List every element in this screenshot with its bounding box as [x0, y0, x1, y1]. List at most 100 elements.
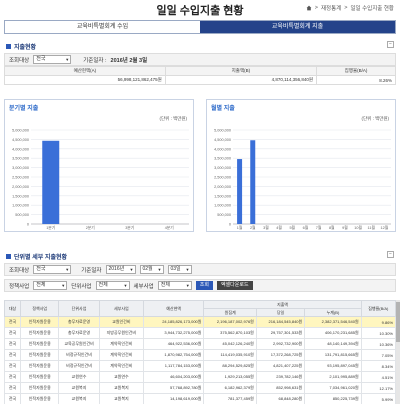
table-row: 56,998,121,862,475원 4,870,114,356,840원 8… — [4, 75, 396, 85]
excel-download-button[interactable]: 엑셀다운로드 — [216, 281, 253, 290]
target-select[interactable]: 전국 ▼ — [33, 265, 72, 274]
table-cell: 1,870,982,754,000원 — [143, 349, 205, 361]
target-select[interactable]: 전국 ▼ — [33, 55, 72, 64]
y-tick-label: 2,500,000 — [12, 176, 29, 180]
table-cell: 전국 — [3, 316, 22, 328]
table-cell: 계약직인건비 — [98, 349, 145, 361]
unit-select[interactable]: 전체 ▼ — [95, 281, 130, 290]
table-cell: 68,848,280원 — [255, 393, 306, 404]
table-cell: 인적자원운용 — [20, 338, 60, 350]
table-cell: 88,294,529,825원 — [203, 360, 257, 372]
search-button[interactable]: 조회 — [195, 281, 213, 290]
x-tick-label: 11월 — [368, 225, 376, 230]
target-label: 조회대상 — [9, 57, 30, 64]
policy-select[interactable]: 전체 ▼ — [33, 281, 68, 290]
breadcrumb-item[interactable]: 일일 수입지출 현황 — [350, 4, 394, 12]
table-row[interactable]: 전국 인적자원운용 교원복지 교원복지 14,198,619,000원 781,377,4… — [3, 393, 397, 404]
table-cell: 24,185,826,173,000원 — [143, 316, 205, 328]
tab-expenditure[interactable]: 교육비특별회계 지출 — [200, 21, 395, 33]
home-icon[interactable] — [306, 5, 312, 11]
column-header: 원집계 — [203, 308, 257, 317]
day-select[interactable]: 03일 ▼ — [167, 265, 192, 274]
table-row[interactable]: 전국 인적자원운용 비정규직인건비 계약직인건비 1,117,784,153,000원 8… — [3, 360, 397, 372]
table-cell: 교원연수 — [98, 371, 145, 383]
unit-label: 단위사업 — [71, 283, 92, 290]
bar[interactable] — [237, 159, 243, 224]
table-cell: 7,034,961,020원 — [304, 382, 362, 394]
x-tick-label: 2월 — [250, 225, 256, 230]
date-label: 기준일자 — [81, 267, 102, 274]
x-tick-label: 9월 — [342, 225, 348, 230]
y-tick-label: 3,500,000 — [12, 157, 29, 161]
y-tick-label: 1,500,000 — [12, 194, 29, 198]
table-row[interactable]: 전국 인적자원운용 교육공무원인건비 계약직인건비 464,922,536,000원 45… — [3, 338, 397, 350]
sub-label: 세부사업 — [133, 283, 154, 290]
sub-select[interactable]: 전체 ▼ — [157, 281, 192, 290]
table-cell: 계약직인건비 — [98, 338, 145, 350]
tab-revenue[interactable]: 교육비특별회계 수입 — [5, 21, 200, 33]
table-cell: 교원인건비 — [98, 316, 145, 328]
execution-rate-value: 8.26% — [316, 75, 396, 85]
y-tick-label: 4,500,000 — [12, 138, 29, 142]
table-row[interactable]: 전국 인적자원운용 교원복지 교원복지 57,768,892,780원 6,182,962… — [3, 382, 397, 394]
table-cell: 인적자원운용 — [20, 316, 60, 328]
x-tick-label: 8월 — [329, 225, 335, 230]
monthly-chart: 5,000,000 4,500,000 4,000,000 3,500,000 3,00… — [206, 99, 396, 232]
table-cell: 14,198,619,000원 — [143, 393, 205, 404]
collapse-icon[interactable]: − — [387, 41, 394, 48]
table-cell: 3,944,732,275,000원 — [143, 327, 205, 339]
table-cell: 전국 — [3, 349, 22, 361]
breadcrumb: > 재정통계 > 일일 수입지출 현황 — [306, 4, 394, 12]
breadcrumb-item[interactable]: 재정통계 — [321, 4, 341, 12]
table-cell: 인적자원운용 — [20, 393, 60, 404]
bar[interactable] — [42, 140, 60, 224]
table-cell: 2,101,995,889원 — [304, 371, 362, 383]
table-cell: 7.05% — [360, 349, 397, 361]
table-cell: 2,196,187,002,976원 — [203, 316, 257, 328]
scrollbar[interactable] — [396, 300, 400, 404]
table-cell: 216,184,545,840원 — [255, 316, 306, 328]
table-cell: 총무자료운영 — [58, 316, 100, 328]
table-row[interactable]: 전국 인적자원운용 총무자료운영 지방공무원인건비 3,944,732,275,000원… — [3, 327, 397, 339]
year-select[interactable]: 2016년 ▼ — [105, 265, 136, 274]
table-cell: 전국 — [3, 382, 22, 394]
summary-table: 예산현액(A) 지출액(B) 집행율(B/A) 56,998,121,862,4… — [4, 66, 396, 85]
detail-section-title: 단위별 세부 지출현황 — [6, 252, 67, 261]
bar[interactable] — [250, 140, 256, 224]
y-tick-label: 4,000,000 — [12, 147, 29, 151]
bullet-icon — [6, 44, 11, 49]
summary-section-title: 지출현황 — [6, 42, 36, 51]
table-cell: 지방공무원인건비 — [98, 327, 145, 339]
header: 일일 수입지출 현황 > 재정통계 > 일일 수입지출 현황 — [0, 0, 400, 17]
table-cell: 48,140,149,394원 — [304, 338, 362, 350]
month-select[interactable]: 02월 ▼ — [139, 265, 164, 274]
collapse-icon[interactable]: − — [387, 251, 394, 258]
table-cell: 46,604,203,000원 — [143, 371, 205, 383]
x-tick-label: 3월 — [263, 225, 269, 230]
date-value: 2016년 2월 3일 — [110, 57, 148, 64]
table-cell: 교원복지 — [98, 382, 145, 394]
table-cell: 57,768,892,780원 — [143, 382, 205, 394]
table-cell: 2,382,371,546,540원 — [304, 316, 362, 328]
table-cell: 29,757,301,533원 — [255, 327, 306, 339]
column-header: 예산현액 — [143, 300, 205, 317]
y-tick-label: 5,000,000 — [214, 129, 231, 133]
table-cell: 852,998,631원 — [255, 382, 306, 394]
chart-unit: (단위 : 백만원) — [159, 116, 187, 121]
table-cell: 인적자원운용 — [20, 371, 60, 383]
table-row[interactable]: 전국 인적자원운용 비정규직인건비 계약직인건비 1,870,982,754,000원 1… — [3, 349, 397, 361]
table-cell: 131,791,815,665원 — [304, 349, 362, 361]
quarterly-chart: 5,000,000 4,500,000 4,000,000 3,500,000 3,00… — [4, 99, 194, 232]
table-row[interactable]: 전국 인적자원운용 교원연수 교원연수 46,604,203,000원 1,929,213… — [3, 371, 397, 383]
table-cell: 비정규직인건비 — [58, 360, 100, 372]
table-cell: 9.86% — [360, 316, 397, 328]
table-cell: 1,929,213,055원 — [203, 371, 257, 383]
table-cell: 전국 — [3, 360, 22, 372]
y-tick-label: 1,000,000 — [12, 204, 29, 208]
column-header: 당일 — [255, 308, 306, 317]
table-cell: 464,922,536,000원 — [143, 338, 205, 350]
scrollbar-thumb[interactable] — [396, 302, 400, 342]
column-header: 지출액(B) — [164, 66, 318, 76]
detail-table: 대상 정책사업 단위사업 세부사업 예산현액 지출액 집행율(B/A) 원집계 … — [3, 300, 397, 404]
table-row[interactable]: 전국 인적자원운용 총무자료운영 교원인건비 24,185,826,173,000원 2,… — [3, 316, 397, 328]
